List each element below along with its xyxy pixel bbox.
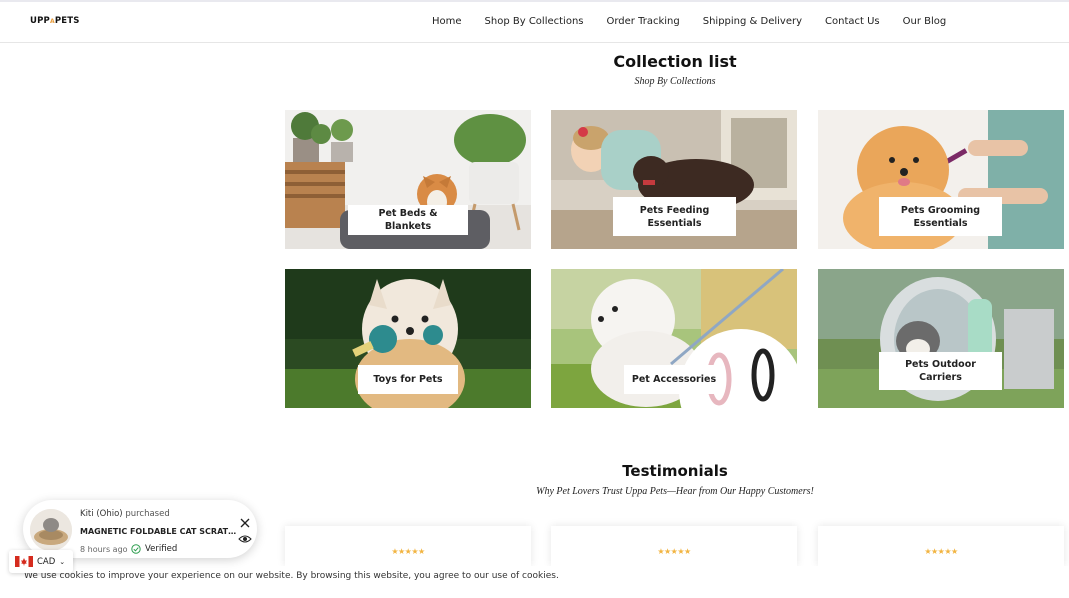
logo-text-left: UPP <box>30 16 50 26</box>
collection-card-pet-accessories[interactable]: Pet Accessories <box>551 269 797 408</box>
purchase-action: purchased <box>125 509 170 519</box>
verified-label: Verified <box>145 544 178 554</box>
currency-code: CAD <box>37 556 56 567</box>
currency-selector[interactable]: CAD ⌄ <box>9 550 73 573</box>
purchase-product-name[interactable]: MAGNETIC FOLDABLE CAT SCRATCHER <box>80 527 238 536</box>
collection-card-pet-beds[interactable]: Pet Beds & Blankets <box>285 110 531 249</box>
testimonial-card: ★★★★★ <box>551 526 797 566</box>
testimonial-card: ★★★★★ <box>818 526 1064 566</box>
nav-contact-us[interactable]: Contact Us <box>825 16 880 27</box>
logo-text-right: PETS <box>54 16 80 26</box>
collection-card-pets-grooming[interactable]: Pets Grooming Essentials <box>818 110 1064 249</box>
card-label: Pets Grooming Essentials <box>879 197 1002 236</box>
canada-flag-icon <box>15 556 33 567</box>
collection-card-pets-outdoor-carriers[interactable]: Pets Outdoor Carriers <box>818 269 1064 408</box>
nav-shipping-delivery[interactable]: Shipping & Delivery <box>703 16 802 27</box>
testimonial-card: ★★★★★ <box>285 526 531 566</box>
main-nav: Home Shop By Collections Order Tracking … <box>432 16 969 27</box>
star-rating: ★★★★★ <box>924 547 958 556</box>
collection-card-toys[interactable]: Toys for Pets <box>285 269 531 408</box>
testimonials-subtitle: Why Pet Lovers Trust Uppa Pets—Hear from… <box>536 486 814 497</box>
testimonials-title: Testimonials <box>622 462 728 480</box>
nav-home[interactable]: Home <box>432 16 462 27</box>
card-label: Pets Outdoor Carriers <box>879 352 1002 390</box>
nav-order-tracking[interactable]: Order Tracking <box>607 16 680 27</box>
nav-shop-by-collections[interactable]: Shop By Collections <box>485 16 584 27</box>
collection-list-subtitle: Shop By Collections <box>634 76 716 87</box>
chevron-down-icon: ⌄ <box>59 558 66 566</box>
card-label: Toys for Pets <box>358 365 458 394</box>
card-label: Pet Accessories <box>624 365 724 394</box>
check-circle-icon <box>131 544 141 554</box>
cookie-notice-text: We use cookies to improve your experienc… <box>24 571 559 581</box>
verified-badge: Verified <box>131 544 177 554</box>
buyer-name: Kiti (Ohio) <box>80 509 123 519</box>
star-rating: ★★★★★ <box>391 547 425 556</box>
purchase-buyer: Kiti (Ohio) purchased <box>80 509 170 519</box>
card-label: Pets Feeding Essentials <box>613 197 736 236</box>
purchase-time: 8 hours ago <box>80 545 128 554</box>
eye-icon[interactable] <box>238 534 252 544</box>
nav-our-blog[interactable]: Our Blog <box>903 16 947 27</box>
product-thumbnail <box>30 509 72 551</box>
close-icon[interactable] <box>239 517 251 529</box>
star-rating: ★★★★★ <box>657 547 691 556</box>
cookie-notice: We use cookies to improve your experienc… <box>0 566 1069 598</box>
collection-card-pets-feeding[interactable]: Pets Feeding Essentials <box>551 110 797 249</box>
collection-list-title: Collection list <box>613 52 737 71</box>
card-label: Pet Beds & Blankets <box>348 205 468 235</box>
site-logo[interactable]: UPPAPETS <box>30 16 80 26</box>
site-header: UPPAPETS Home Shop By Collections Order … <box>0 2 1069 43</box>
